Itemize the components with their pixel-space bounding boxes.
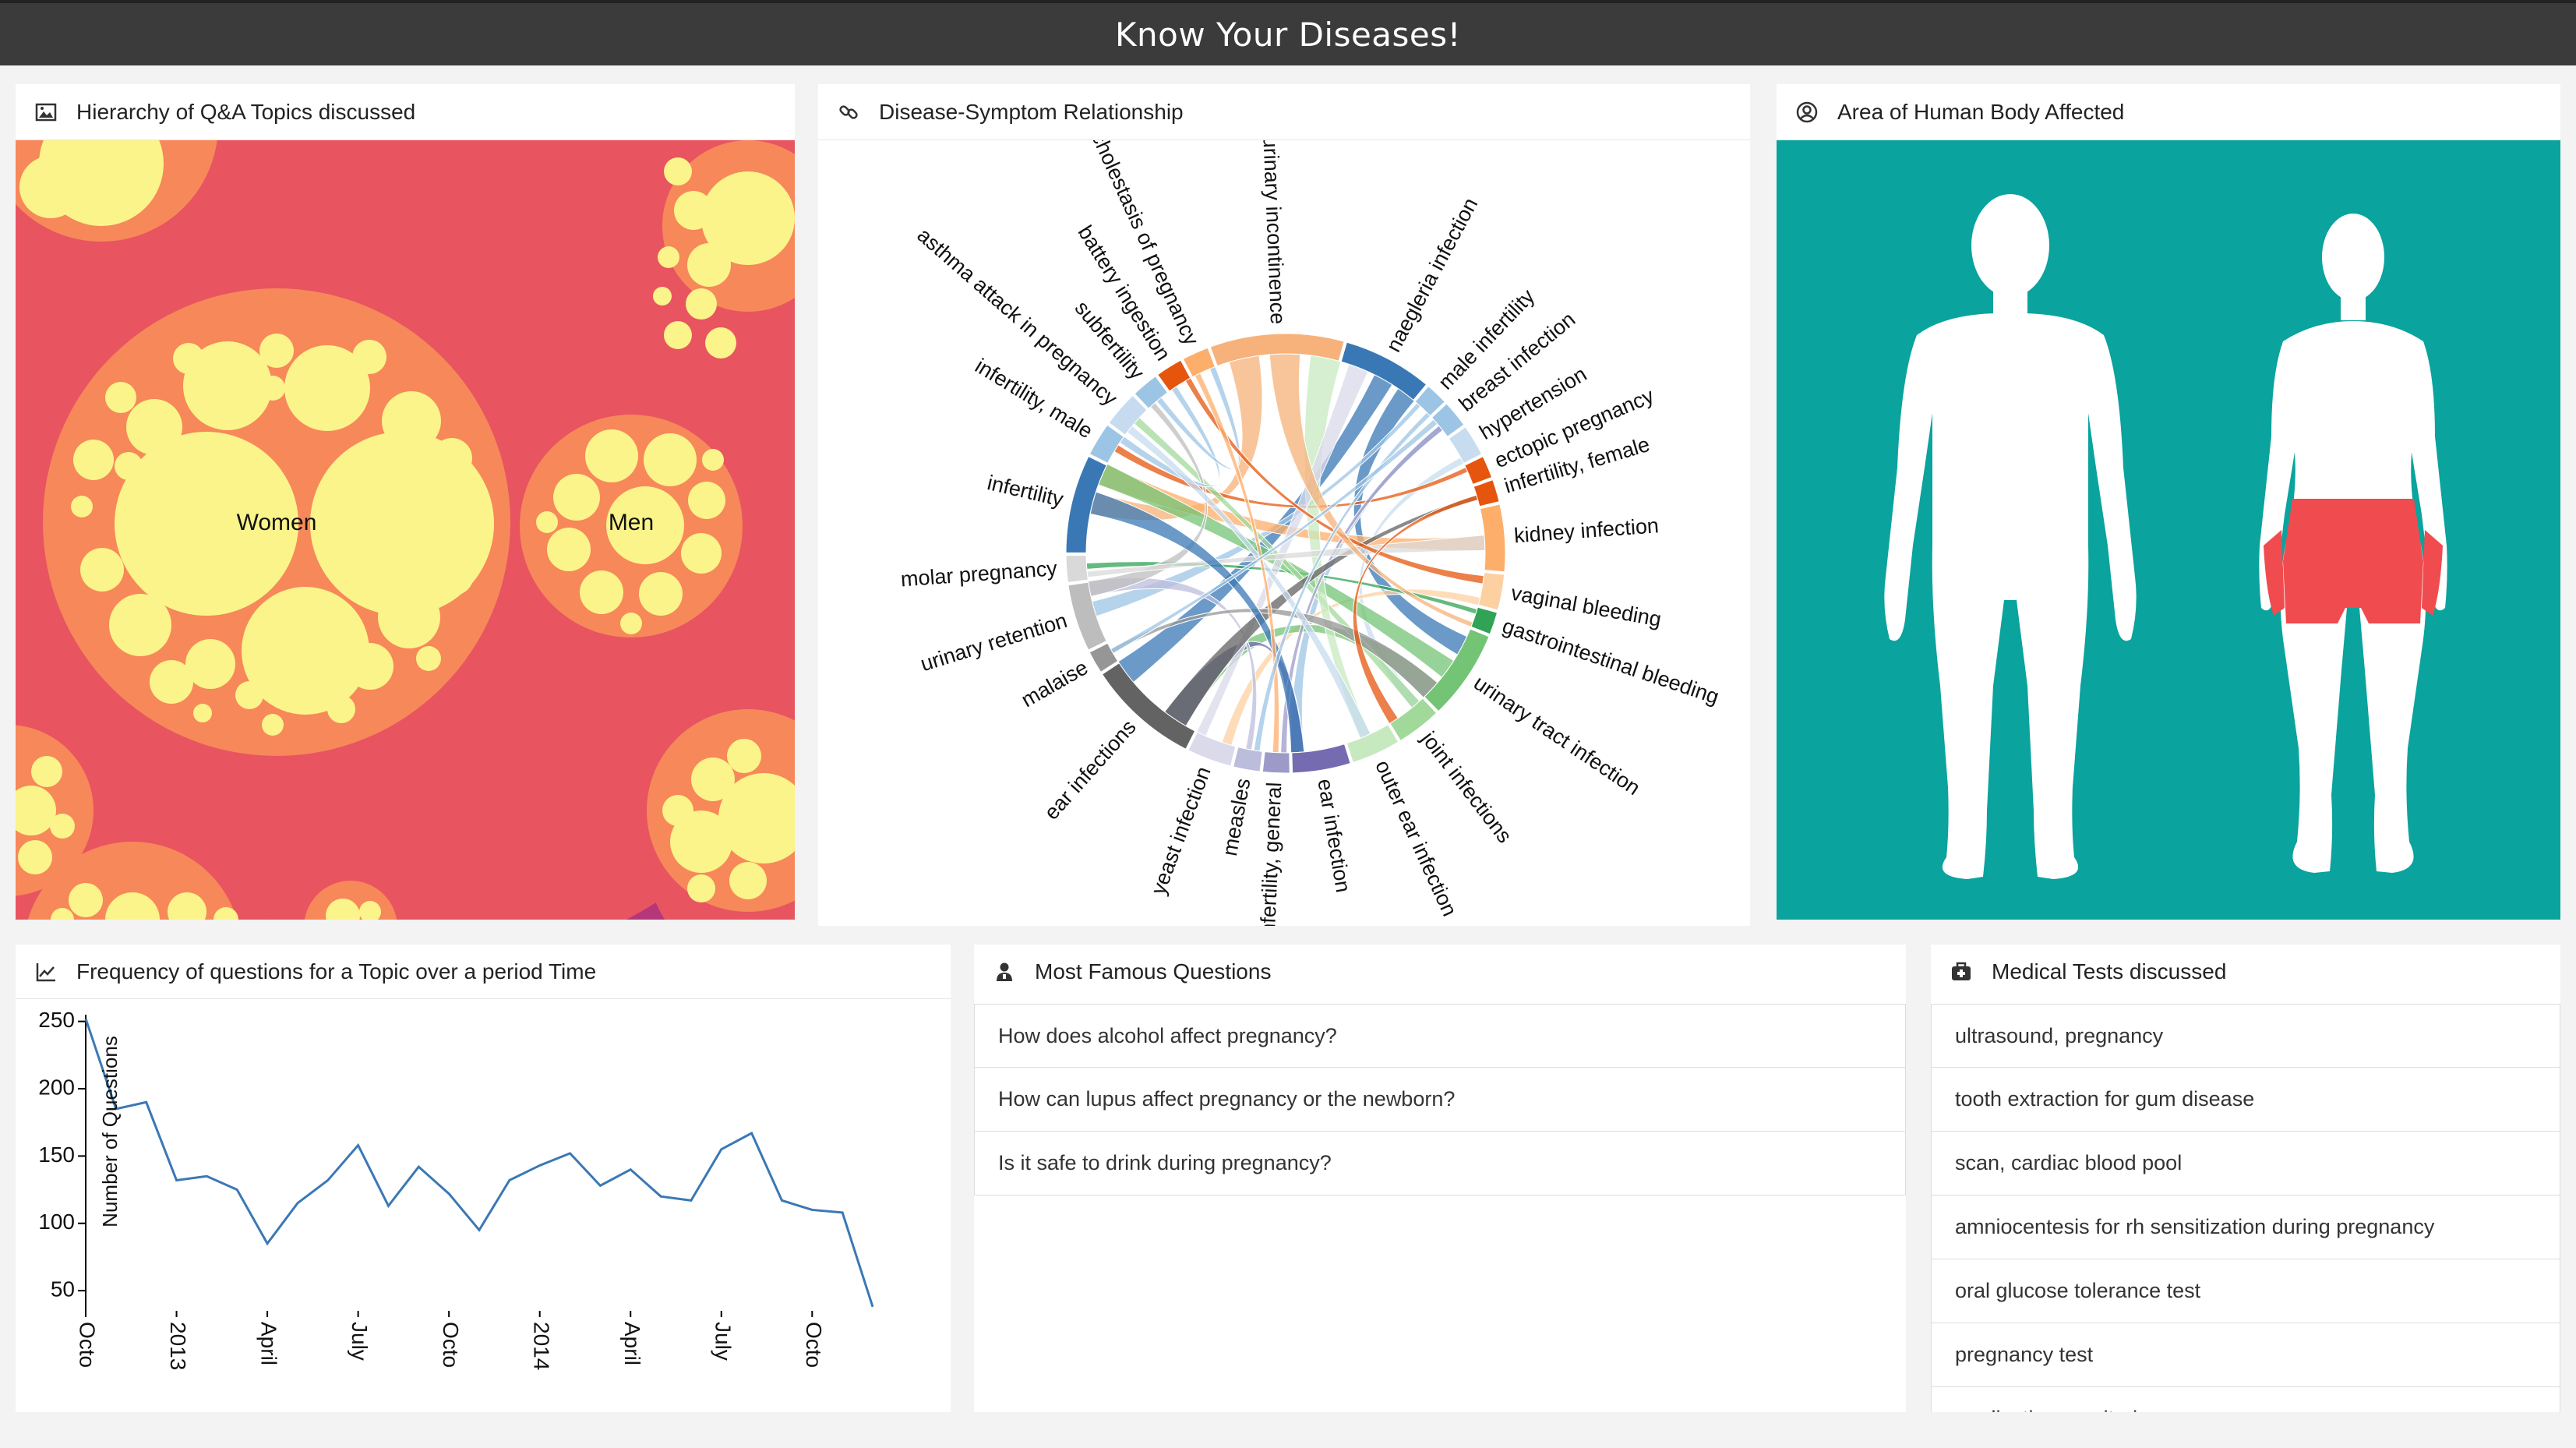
circle-packing-view[interactable]: Women Men <box>0 0 880 1146</box>
frequency-panel-header: Frequency of questions for a Topic over … <box>16 945 951 999</box>
app-title: Know Your Diseases! <box>1115 15 1461 54</box>
tests-list: ultrasound, pregnancy tooth extraction f… <box>1931 1004 2560 1412</box>
x-tick-label: Octo <box>439 1322 463 1368</box>
chord-label[interactable]: urinary tract infection <box>1470 671 1644 800</box>
x-tick-label: 2013 <box>166 1322 190 1370</box>
user-circle-icon <box>1795 101 1819 124</box>
test-item[interactable]: tooth extraction for gum disease <box>1931 1068 2560 1132</box>
x-tick-label: Octo <box>802 1322 826 1368</box>
x-tick-label: 2014 <box>529 1322 553 1370</box>
test-item[interactable]: ultrasound, pregnancy <box>1931 1004 2560 1068</box>
chord-panel-title: Disease-Symptom Relationship <box>879 99 1184 124</box>
chord-label[interactable]: infertility <box>985 471 1066 511</box>
test-item[interactable]: amniocentesis for rh sensitization durin… <box>1931 1195 2560 1259</box>
chord-svg[interactable]: urinary incontinence naegleria infection m… <box>818 128 1750 940</box>
y-tick-label: 100 <box>38 1210 75 1234</box>
y-tick-label: 150 <box>38 1143 75 1167</box>
test-item[interactable]: medication monitoring <box>1931 1387 2560 1412</box>
hierarchy-panel-title: Hierarchy of Q&A Topics discussed <box>76 99 416 124</box>
chord-group-arc[interactable] <box>1473 479 1500 507</box>
questions-panel-header: Most Famous Questions <box>974 945 1906 999</box>
chord-label[interactable]: measles <box>1218 776 1254 857</box>
chord-group-arc[interactable] <box>1233 746 1263 772</box>
tests-panel: Medical Tests discussed ultrasound, preg… <box>1931 945 2560 1412</box>
y-tick-label: 250 <box>38 1008 75 1032</box>
body-panel-header: Area of Human Body Affected <box>1777 84 2560 140</box>
x-tick-label: July <box>711 1322 735 1361</box>
chord-label[interactable]: infertility, general <box>1256 782 1286 940</box>
questions-list: How does alcohol affect pregnancy? How c… <box>974 1004 1906 1412</box>
chord-label[interactable]: yeast infection <box>1146 764 1215 898</box>
men-label[interactable]: Men <box>609 510 654 535</box>
chord-label[interactable]: urinary incontinence <box>1258 136 1290 325</box>
y-tick-label: 200 <box>38 1075 75 1099</box>
chord-label[interactable]: joint infections <box>1417 726 1516 847</box>
chord-label[interactable]: ear infection <box>1313 777 1355 894</box>
chord-panel: Disease-Symptom Relationship urinary inc… <box>818 84 1750 940</box>
chord-group-arc[interactable] <box>1065 554 1089 584</box>
line-chart-icon <box>34 960 58 984</box>
body-panel-title: Area of Human Body Affected <box>1837 99 2125 124</box>
y-axis-label: Number of Questions <box>98 1036 122 1227</box>
chord-diagram[interactable]: urinary incontinence naegleria infection m… <box>818 128 1750 940</box>
series-line[interactable] <box>84 1018 874 1308</box>
body-panel: Area of Human Body Affected <box>1777 84 2560 920</box>
frequency-chart[interactable]: 50 100 150 200 250 Octo 2013 April July Octo 2014 A… <box>16 999 951 1412</box>
link-icon <box>837 101 860 124</box>
women-label[interactable]: Women <box>237 510 317 535</box>
circle-packing-svg[interactable]: Women Men <box>0 0 880 1146</box>
tests-panel-title: Medical Tests discussed <box>1992 959 2227 984</box>
questions-panel-title: Most Famous Questions <box>1035 959 1272 984</box>
body-figures-svg[interactable] <box>1777 140 2560 920</box>
chord-label[interactable]: ear infections <box>1039 715 1140 825</box>
x-tick-label: Octo <box>76 1322 100 1368</box>
chord-group-arc[interactable] <box>1089 424 1124 464</box>
test-item[interactable]: scan, cardiac blood pool <box>1931 1132 2560 1195</box>
y-tick-label: 50 <box>51 1277 75 1301</box>
male-figure[interactable] <box>1884 194 2137 879</box>
affected-area-highlight[interactable] <box>2283 499 2423 623</box>
female-figure[interactable] <box>2259 214 2447 873</box>
chord-label[interactable]: kidney infection <box>1513 514 1660 547</box>
test-item[interactable]: pregnancy test <box>1931 1323 2560 1387</box>
chord-group-arc[interactable] <box>1262 751 1290 774</box>
chord-label[interactable]: malaise <box>1018 655 1092 712</box>
chord-label[interactable]: gastrointestinal bleeding <box>1499 614 1722 708</box>
hierarchy-panel: Hierarchy of Q&A Topics discussed Women … <box>0 0 880 1146</box>
x-tick-label: July <box>348 1322 372 1361</box>
chord-label[interactable]: naegleria infection <box>1382 194 1482 356</box>
body-figure-view[interactable] <box>1777 140 2560 920</box>
medkit-icon <box>1950 960 1973 984</box>
frequency-panel-title: Frequency of questions for a Topic over … <box>76 959 597 984</box>
chord-panel-header: Disease-Symptom Relationship <box>818 84 1750 140</box>
user-doctor-icon <box>993 960 1016 984</box>
question-item[interactable]: Is it safe to drink during pregnancy? <box>974 1132 1906 1195</box>
tests-panel-header: Medical Tests discussed <box>1931 945 2560 999</box>
chord-label[interactable]: urinary retention <box>918 609 1070 676</box>
chord-label[interactable]: molar pregnancy <box>900 556 1058 591</box>
question-item[interactable]: How does alcohol affect pregnancy? <box>974 1004 1906 1068</box>
app-title-bar: Know Your Diseases! <box>0 0 2576 65</box>
frequency-panel: Frequency of questions for a Topic over … <box>16 945 951 1412</box>
questions-panel: Most Famous Questions How does alcohol a… <box>974 945 1906 1412</box>
test-item[interactable]: oral glucose tolerance test <box>1931 1259 2560 1323</box>
x-tick-label: April <box>257 1322 281 1365</box>
line-chart-svg[interactable]: 50 100 150 200 250 Octo 2013 April July Octo 2014 A… <box>16 999 951 1412</box>
hierarchy-panel-header: Hierarchy of Q&A Topics discussed <box>16 84 795 140</box>
x-tick-label: April <box>620 1322 644 1365</box>
image-icon <box>34 101 58 124</box>
question-item[interactable]: How can lupus affect pregnancy or the ne… <box>974 1068 1906 1132</box>
